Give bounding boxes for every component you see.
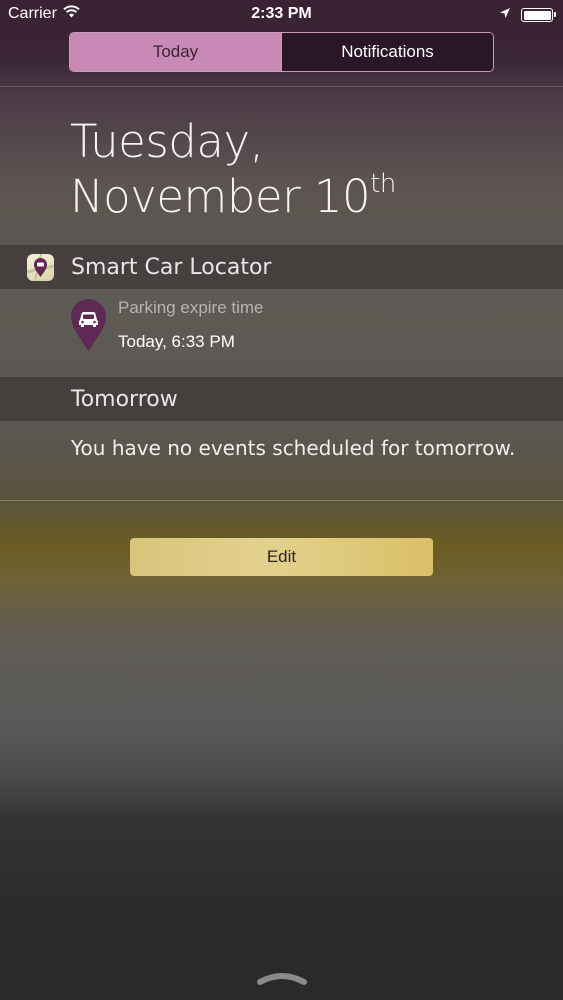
location-arrow-icon	[499, 6, 511, 24]
header-divider	[0, 86, 563, 87]
tomorrow-message: You have no events scheduled for tomorro…	[71, 436, 516, 460]
car-pin-icon	[70, 299, 107, 355]
status-bar: Carrier 2:33 PM	[0, 0, 563, 30]
tab-notifications[interactable]: Notifications	[281, 33, 493, 71]
parking-expire-value: Today, 6:33 PM	[118, 332, 235, 351]
widgets-bottom-divider	[0, 500, 563, 501]
date-ordinal-suffix: th	[370, 169, 396, 199]
widget-title-tomorrow: Tomorrow	[71, 387, 178, 412]
battery-fill	[523, 10, 551, 20]
date-month-day-text: November 10	[70, 170, 371, 223]
smart-car-locator-widget-body[interactable]: Parking expire time Today, 6:33 PM	[0, 289, 563, 377]
status-right-group	[499, 6, 556, 24]
status-time: 2:33 PM	[251, 5, 312, 22]
today-notifications-segmented-control: Today Notifications	[69, 32, 494, 72]
smart-car-locator-app-icon	[27, 254, 54, 281]
widget-header-smart-car-locator[interactable]: Smart Car Locator	[0, 245, 563, 289]
widget-title-smart-car-locator: Smart Car Locator	[71, 255, 272, 280]
edit-button[interactable]: Edit	[130, 538, 433, 576]
widget-header-tomorrow[interactable]: Tomorrow	[0, 377, 563, 421]
date-weekday: Tuesday,	[70, 115, 264, 168]
date-month-day: November 10th	[70, 169, 396, 223]
parking-expire-label: Parking expire time	[118, 298, 264, 317]
pull-up-handle-icon[interactable]	[256, 968, 308, 992]
battery-icon	[521, 8, 556, 22]
tab-today[interactable]: Today	[70, 33, 281, 71]
